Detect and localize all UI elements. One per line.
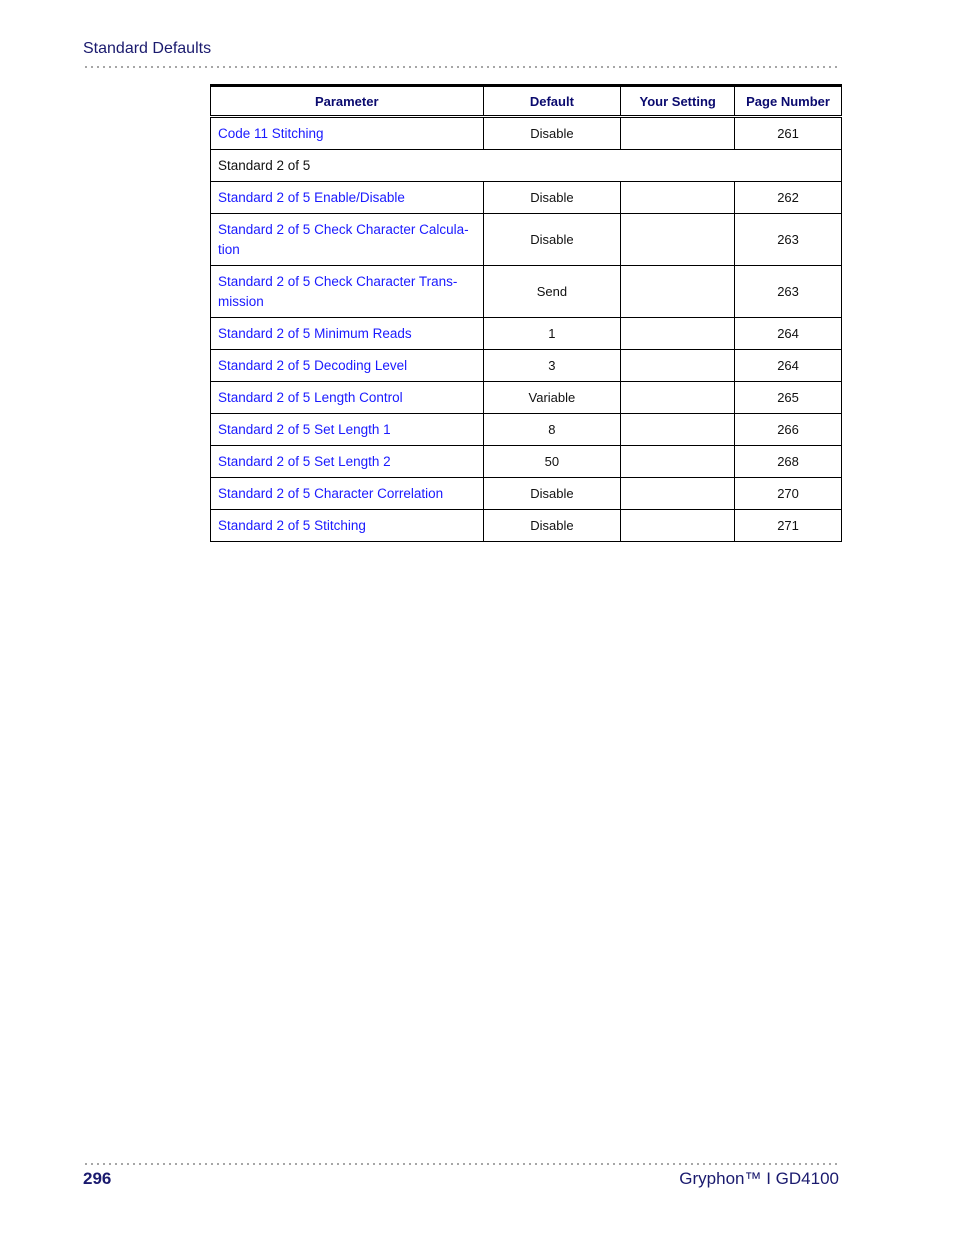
your-setting-cell <box>620 445 736 478</box>
your-setting-cell <box>620 116 736 150</box>
default-value: 3 <box>482 349 622 382</box>
table-header-row: Parameter Default Your Setting Page Numb… <box>210 85 842 118</box>
parameter-link[interactable]: Standard 2 of 5 Minimum Reads <box>210 317 484 350</box>
default-value: 8 <box>482 413 622 446</box>
header-divider <box>83 66 839 68</box>
page-number: 270 <box>734 477 842 510</box>
table-row: Standard 2 of 5 Stitching Disable 271 <box>210 509 842 542</box>
parameter-link[interactable]: Standard 2 of 5 Set Length 2 <box>210 445 484 478</box>
table-row: Standard 2 of 5 Length Control Variable … <box>210 381 842 414</box>
parameter-link[interactable]: Standard 2 of 5 Check Character Trans-mi… <box>210 265 484 318</box>
column-header-your-setting: Your Setting <box>620 85 736 118</box>
table-row: Standard 2 of 5 Decoding Level 3 264 <box>210 349 842 382</box>
table-row: Standard 2 of 5 Check Character Trans-mi… <box>210 265 842 318</box>
your-setting-cell <box>620 317 736 350</box>
default-value: Disable <box>482 181 622 214</box>
defaults-table: Parameter Default Your Setting Page Numb… <box>210 84 842 542</box>
page-number: 268 <box>734 445 842 478</box>
parameter-link[interactable]: Standard 2 of 5 Check Character Calcula-… <box>210 213 484 266</box>
section-row: Standard 2 of 5 <box>210 149 842 182</box>
default-value: Send <box>482 265 622 318</box>
your-setting-cell <box>620 265 736 318</box>
default-value: Disable <box>482 477 622 510</box>
parameter-link[interactable]: Standard 2 of 5 Character Correlation <box>210 477 484 510</box>
parameter-link[interactable]: Code 11 Stitching <box>210 116 484 150</box>
column-header-page-number: Page Number <box>734 85 842 118</box>
parameter-link[interactable]: Standard 2 of 5 Enable/Disable <box>210 181 484 214</box>
default-value: Disable <box>482 116 622 150</box>
default-value: Disable <box>482 509 622 542</box>
your-setting-cell <box>620 213 736 266</box>
your-setting-cell <box>620 477 736 510</box>
your-setting-cell <box>620 349 736 382</box>
table-row: Standard 2 of 5 Set Length 2 50 268 <box>210 445 842 478</box>
default-value: Variable <box>482 381 622 414</box>
table-row: Standard 2 of 5 Minimum Reads 1 264 <box>210 317 842 350</box>
your-setting-cell <box>620 181 736 214</box>
page-number: 263 <box>734 213 842 266</box>
table-row: Standard 2 of 5 Enable/Disable Disable 2… <box>210 181 842 214</box>
running-head: Standard Defaults <box>83 40 212 57</box>
page-number: 264 <box>734 317 842 350</box>
page-number: 261 <box>734 116 842 150</box>
column-header-parameter: Parameter <box>210 85 484 118</box>
default-value: 50 <box>482 445 622 478</box>
section-title: Standard 2 of 5 <box>210 149 842 182</box>
page-number-footer: 296 <box>83 1169 112 1188</box>
default-value: Disable <box>482 213 622 266</box>
product-name: Gryphon™ I GD4100 <box>679 1169 839 1188</box>
footer-divider <box>83 1163 839 1165</box>
page-number: 264 <box>734 349 842 382</box>
parameter-link[interactable]: Standard 2 of 5 Set Length 1 <box>210 413 484 446</box>
table-row: Code 11 Stitching Disable 261 <box>210 116 842 150</box>
parameter-link[interactable]: Standard 2 of 5 Decoding Level <box>210 349 484 382</box>
table-row: Standard 2 of 5 Character Correlation Di… <box>210 477 842 510</box>
page-number: 265 <box>734 381 842 414</box>
parameter-link[interactable]: Standard 2 of 5 Stitching <box>210 509 484 542</box>
parameter-link[interactable]: Standard 2 of 5 Length Control <box>210 381 484 414</box>
page-number: 262 <box>734 181 842 214</box>
table-row: Standard 2 of 5 Set Length 1 8 266 <box>210 413 842 446</box>
your-setting-cell <box>620 413 736 446</box>
page-number: 271 <box>734 509 842 542</box>
default-value: 1 <box>482 317 622 350</box>
table-row: Standard 2 of 5 Check Character Calcula-… <box>210 213 842 266</box>
page-number: 266 <box>734 413 842 446</box>
page-number: 263 <box>734 265 842 318</box>
column-header-default: Default <box>482 85 622 118</box>
your-setting-cell <box>620 381 736 414</box>
your-setting-cell <box>620 509 736 542</box>
